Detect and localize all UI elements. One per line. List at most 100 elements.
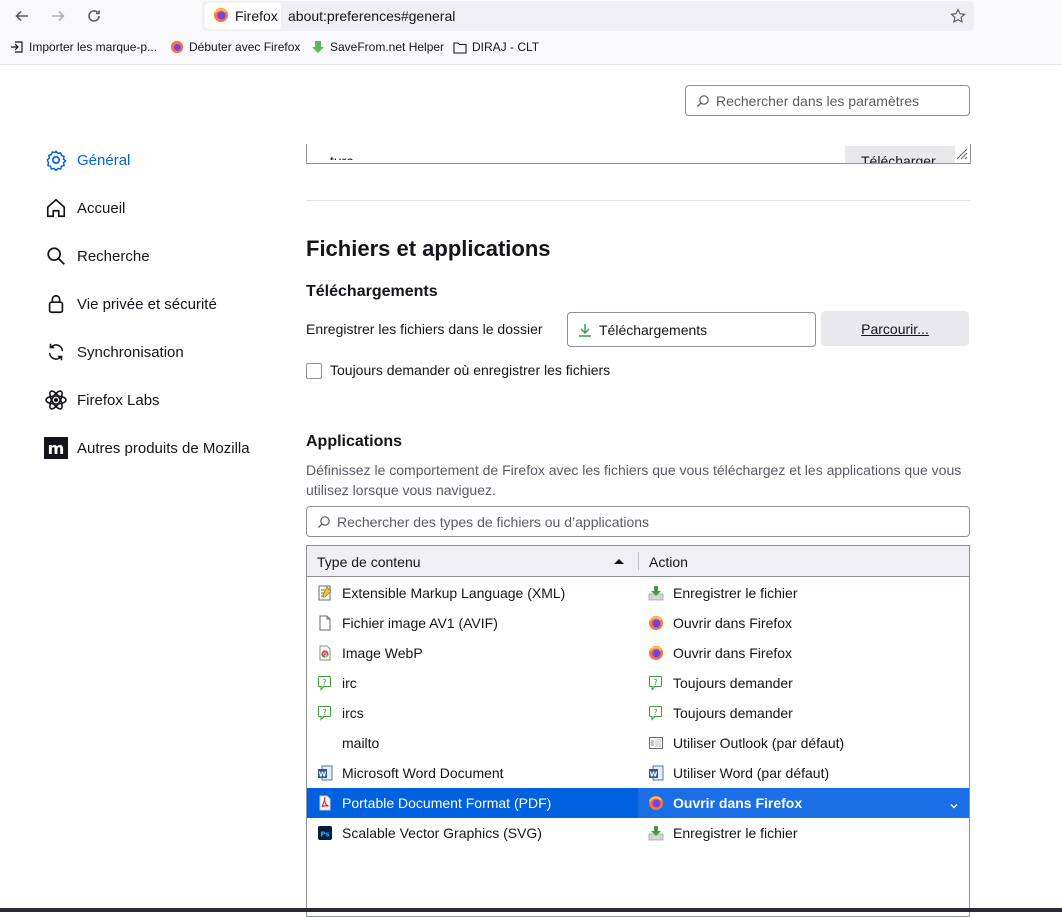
table-header: Type de contenu Action <box>307 546 969 577</box>
import-icon <box>10 40 24 54</box>
action-cell[interactable]: ? Toujours demander <box>638 668 969 698</box>
mozilla-m-icon: m <box>44 436 68 460</box>
ask-icon: ? <box>317 675 333 691</box>
chrome-icon <box>317 645 333 661</box>
content-type-label: ircs <box>342 705 364 721</box>
table-row[interactable]: Ps Scalable Vector Graphics (SVG) Enregist… <box>307 818 969 848</box>
table-row[interactable]: Extensible Markup Language (XML) Enregist… <box>307 578 969 608</box>
column-header-type[interactable]: Type de contenu <box>317 554 421 570</box>
category-firefox-labs[interactable]: Firefox Labs <box>44 388 160 412</box>
bookmark-folder-diraj[interactable]: DIRAJ - CLT <box>453 40 539 54</box>
table-row[interactable]: W Microsoft Word Document W Utiliser Word (… <box>307 758 969 788</box>
word-icon: W <box>648 765 664 781</box>
category-search[interactable]: Recherche <box>44 244 150 268</box>
action-cell[interactable]: Enregistrer le fichier <box>638 818 969 848</box>
table-row[interactable]: Fichier image AV1 (AVIF) Ouvrir dans Fire… <box>307 608 969 638</box>
category-sync[interactable]: Synchronisation <box>44 340 184 364</box>
url-text[interactable]: about:preferences#general <box>288 8 455 24</box>
always-ask-label[interactable]: Toujours demander où enregistrer les fic… <box>330 362 610 378</box>
identity-box[interactable]: Firefox <box>205 3 281 29</box>
action-cell[interactable]: W Utiliser Word (par défaut) <box>638 758 969 788</box>
home-icon <box>44 196 68 220</box>
action-label: Ouvrir dans Firefox <box>673 615 793 631</box>
section-separator <box>306 200 970 201</box>
action-label: Enregistrer le fichier <box>673 825 798 841</box>
category-general[interactable]: Général <box>44 148 130 172</box>
svg-text:?: ? <box>322 708 326 717</box>
resize-grip-icon[interactable] <box>956 147 968 161</box>
firefox-icon <box>648 615 664 631</box>
category-home[interactable]: Accueil <box>44 196 125 220</box>
atom-icon <box>44 388 68 412</box>
svg-text:?: ? <box>653 708 657 717</box>
content-type-label: mailto <box>342 735 380 751</box>
empty-icon <box>317 735 333 751</box>
action-cell[interactable]: ? Toujours demander <box>638 698 969 728</box>
content-type-label: Portable Document Format (PDF) <box>342 795 552 811</box>
firefox-icon <box>648 645 664 661</box>
category-label: Vie privée et sécurité <box>77 295 217 313</box>
sync-icon <box>44 340 68 364</box>
action-cell[interactable]: Ouvrir dans Firefox <box>638 788 969 818</box>
bookmark-import[interactable]: Importer les marque-p... <box>10 40 157 54</box>
action-label: Utiliser Word (par défaut) <box>673 765 830 781</box>
content-type-cell: Fichier image AV1 (AVIF) <box>307 608 638 638</box>
table-row[interactable]: ? ircs? Toujours demander <box>307 698 969 728</box>
back-button[interactable] <box>9 4 35 28</box>
xml-file-icon <box>317 585 333 601</box>
sort-ascending-icon <box>614 559 624 564</box>
reload-button[interactable] <box>81 4 107 28</box>
chevron-down-icon[interactable] <box>949 798 959 814</box>
downloads-heading: Téléchargements <box>306 283 438 300</box>
category-label: Synchronisation <box>77 343 184 361</box>
bookmark-savefrom[interactable]: SaveFrom.net Helper <box>311 40 444 54</box>
download-folder-value: Téléchargements <box>599 321 708 338</box>
ask-icon: ? <box>648 675 664 691</box>
preferences-search-input[interactable]: Rechercher dans les paramètres <box>685 85 970 116</box>
search-icon <box>696 94 710 108</box>
table-row[interactable]: Portable Document Format (PDF) Ouvrir dan… <box>307 788 969 818</box>
table-row[interactable]: ? irc? Toujours demander <box>307 668 969 698</box>
action-cell[interactable]: Enregistrer le fichier <box>638 578 969 608</box>
firefox-icon <box>170 40 184 54</box>
svg-text:W: W <box>319 771 327 779</box>
bookmark-star-button[interactable] <box>947 5 969 27</box>
blank-file-icon <box>317 615 333 631</box>
svg-text:?: ? <box>322 678 326 687</box>
bookmark-label: Importer les marque-p... <box>29 40 158 54</box>
table-row[interactable]: Image WebP Ouvrir dans Firefox <box>307 638 969 668</box>
ask-icon: ? <box>648 705 664 721</box>
photoshop-icon: Ps <box>317 825 333 841</box>
category-label: Firefox Labs <box>77 391 160 409</box>
download-dictionary-button[interactable]: Télécharger <box>845 146 955 163</box>
always-ask-checkbox[interactable] <box>306 363 322 379</box>
table-row[interactable]: mailto Utiliser Outlook (par défaut) <box>307 728 969 758</box>
content-type-cell: ? ircs <box>307 698 638 728</box>
word-icon: W <box>317 765 333 781</box>
action-cell[interactable]: Ouvrir dans Firefox <box>638 638 969 668</box>
content-type-label: Scalable Vector Graphics (SVG) <box>342 825 542 841</box>
outlook-icon <box>648 735 664 751</box>
firefox-icon <box>648 795 664 811</box>
action-cell[interactable]: Utiliser Outlook (par défaut) <box>638 728 969 758</box>
back-arrow-icon <box>15 10 28 22</box>
forward-arrow-icon <box>52 10 65 22</box>
download-folder-field[interactable]: Téléchargements <box>567 312 816 347</box>
category-more-from-mozilla[interactable]: m Autres produits de Mozilla <box>44 436 250 460</box>
action-cell[interactable]: Ouvrir dans Firefox <box>638 608 969 638</box>
category-privacy[interactable]: Vie privée et sécurité <box>44 292 217 316</box>
column-header-action[interactable]: Action <box>649 554 688 570</box>
action-label: Toujours demander <box>673 705 793 721</box>
action-label: Ouvrir dans Firefox <box>673 645 793 661</box>
browse-button[interactable]: Parcourir... <box>821 311 969 346</box>
category-label: Autres produits de Mozilla <box>77 439 250 457</box>
forward-button[interactable] <box>45 4 71 28</box>
category-label: Général <box>77 151 131 169</box>
download-arrow-icon <box>578 323 592 337</box>
content-type-cell: ? irc <box>307 668 638 698</box>
action-label: Utiliser Outlook (par défaut) <box>673 735 845 751</box>
bookmark-getting-started[interactable]: Débuter avec Firefox <box>170 40 300 54</box>
window-bottom-edge <box>0 908 1062 912</box>
filetype-search-input[interactable]: Rechercher des types de fichiers ou d’ap… <box>306 506 970 537</box>
column-divider[interactable] <box>638 552 639 570</box>
